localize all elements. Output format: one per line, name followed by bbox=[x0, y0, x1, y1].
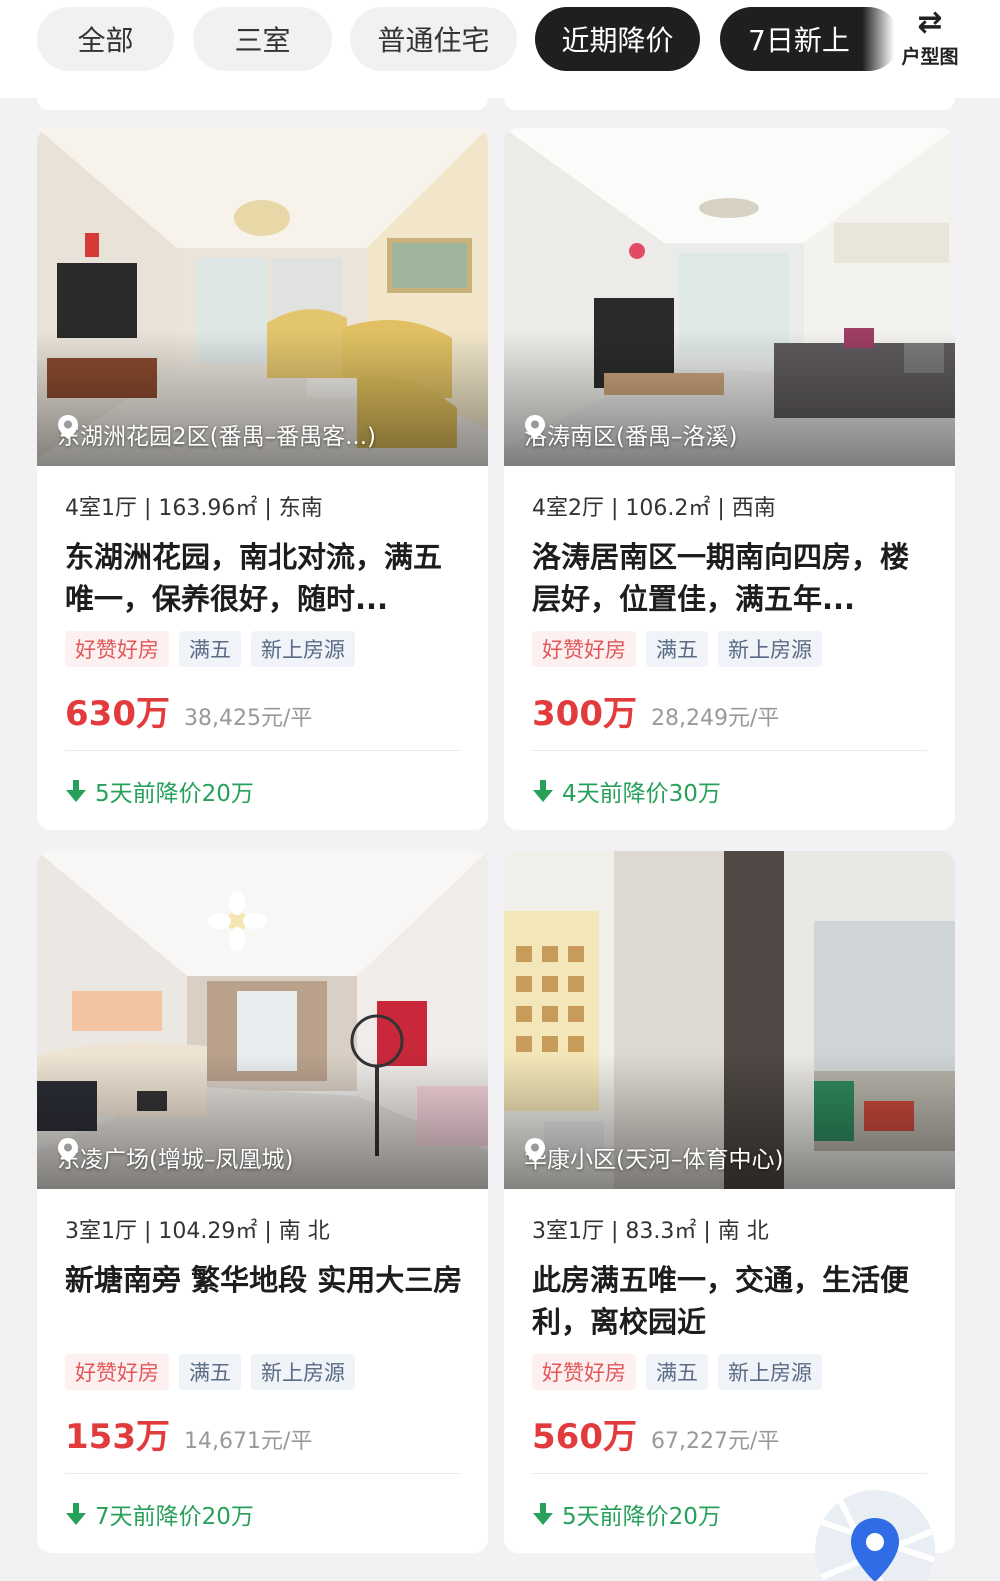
swap-arrows-icon: ⇄ bbox=[917, 5, 943, 40]
listing-card[interactable]: 华康小区(天河–体育中心) 3室1厅 | 83.3㎡ | 南 北 此房满五唯一，… bbox=[504, 851, 955, 1553]
filter-chip-all[interactable]: 全部 bbox=[37, 7, 174, 71]
location-text: 东湖洲花园2区(番禺–番禺客...) bbox=[57, 424, 377, 450]
price-drop-text: 7天前降价20万 bbox=[95, 1504, 254, 1530]
listing-title: 洛涛居南区一期南向四房，楼层好，位置佳，满五年... bbox=[532, 540, 910, 616]
unit-price: 38,425元/平 bbox=[183, 706, 313, 731]
listing-card[interactable]: 东湖洲花园2区(番禺–番禺客...) 4室1厅 | 163.96㎡ | 东南 东… bbox=[37, 128, 488, 830]
filter-chip-three-rooms[interactable]: 三室 bbox=[193, 7, 332, 71]
unit-price: 28,249元/平 bbox=[650, 706, 780, 731]
listing-photo: 洛涛南区(番禺–洛溪) bbox=[504, 128, 955, 466]
listing-specs: 3室1厅 | 104.29㎡ | 南 北 bbox=[65, 1219, 330, 1244]
layout-toggle-button[interactable]: ⇄ 户型图 bbox=[890, 6, 970, 76]
down-arrow-icon bbox=[66, 780, 86, 802]
down-arrow-icon bbox=[533, 780, 553, 802]
listing-photo: 东凌广场(增城–凤凰城) bbox=[37, 851, 488, 1189]
listing-card[interactable]: 洛涛南区(番禺–洛溪) 4室2厅 | 106.2㎡ | 西南 洛涛居南区一期南向… bbox=[504, 128, 955, 830]
down-arrow-icon bbox=[533, 1503, 553, 1525]
listing-specs: 4室1厅 | 163.96㎡ | 东南 bbox=[65, 496, 323, 521]
total-price: 630万 bbox=[65, 694, 170, 734]
tag-new-listing: 新上房源 bbox=[251, 1354, 355, 1390]
tag-five-years: 满五 bbox=[179, 631, 241, 667]
tag-new-listing: 新上房源 bbox=[718, 631, 822, 667]
divider bbox=[65, 1473, 460, 1474]
divider bbox=[65, 750, 460, 751]
price-drop-note: 7天前降价20万 bbox=[65, 1497, 254, 1531]
listing-title: 此房满五唯一，交通，生活便利，离校园近 bbox=[532, 1263, 910, 1339]
tag-quality: 好赞好房 bbox=[532, 631, 636, 667]
tag-five-years: 满五 bbox=[646, 631, 708, 667]
tag-quality: 好赞好房 bbox=[65, 1354, 169, 1390]
listing-location: 东湖洲花园2区(番禺–番禺客...) bbox=[57, 414, 478, 454]
listing-specs: 3室1厅 | 83.3㎡ | 南 北 bbox=[532, 1219, 769, 1244]
location-pin-icon bbox=[58, 1138, 78, 1162]
filter-chip-price-drop[interactable]: 近期降价 bbox=[535, 7, 700, 71]
listing-tags: 好赞好房 满五 新上房源 bbox=[65, 1354, 355, 1390]
price-drop-text: 4天前降价30万 bbox=[562, 781, 721, 807]
listing-photo: 华康小区(天河–体育中心) bbox=[504, 851, 955, 1189]
listing-location: 东凌广场(增城–凤凰城) bbox=[57, 1137, 478, 1177]
listing-title: 东湖洲花园，南北对流，满五唯一，保养很好，随时... bbox=[65, 540, 443, 616]
listing-location: 洛涛南区(番禺–洛溪) bbox=[524, 414, 945, 454]
price-drop-note: 5天前降价20万 bbox=[65, 774, 254, 808]
location-text: 洛涛南区(番禺–洛溪) bbox=[524, 424, 738, 450]
layout-toggle-label: 户型图 bbox=[901, 46, 959, 68]
price-row: 300万 28,249元/平 bbox=[532, 686, 779, 735]
listing-card[interactable]: 东凌广场(增城–凤凰城) 3室1厅 | 104.29㎡ | 南 北 新塘南旁 繁… bbox=[37, 851, 488, 1553]
unit-price: 67,227元/平 bbox=[650, 1429, 780, 1454]
listing-location: 华康小区(天河–体育中心) bbox=[524, 1137, 945, 1177]
listing-tags: 好赞好房 满五 新上房源 bbox=[65, 631, 355, 667]
listing-specs: 4室2厅 | 106.2㎡ | 西南 bbox=[532, 496, 776, 521]
down-arrow-icon bbox=[66, 1503, 86, 1525]
tag-new-listing: 新上房源 bbox=[251, 631, 355, 667]
listing-tags: 好赞好房 满五 新上房源 bbox=[532, 1354, 822, 1390]
price-drop-note: 5天前降价20万 bbox=[532, 1497, 721, 1531]
previous-card-bottom bbox=[37, 98, 488, 110]
total-price: 153万 bbox=[65, 1417, 170, 1457]
location-text: 华康小区(天河–体育中心) bbox=[524, 1147, 784, 1173]
listing-photo: 东湖洲花园2区(番禺–番禺客...) bbox=[37, 128, 488, 466]
price-drop-text: 5天前降价20万 bbox=[562, 1504, 721, 1530]
divider bbox=[532, 750, 927, 751]
total-price: 560万 bbox=[532, 1417, 637, 1457]
listing-tags: 好赞好房 满五 新上房源 bbox=[532, 631, 822, 667]
tag-five-years: 满五 bbox=[179, 1354, 241, 1390]
price-row: 153万 14,671元/平 bbox=[65, 1409, 312, 1458]
location-pin-icon bbox=[525, 1138, 545, 1162]
location-text: 东凌广场(增城–凤凰城) bbox=[57, 1147, 294, 1173]
price-row: 630万 38,425元/平 bbox=[65, 686, 312, 735]
filter-chip-residential[interactable]: 普通住宅 bbox=[350, 7, 517, 71]
unit-price: 14,671元/平 bbox=[183, 1429, 313, 1454]
tag-new-listing: 新上房源 bbox=[718, 1354, 822, 1390]
price-drop-text: 5天前降价20万 bbox=[95, 781, 254, 807]
previous-card-bottom bbox=[504, 98, 955, 110]
listing-title: 新塘南旁 繁华地段 实用大三房 bbox=[65, 1263, 463, 1297]
price-drop-note: 4天前降价30万 bbox=[532, 774, 721, 808]
location-pin-icon bbox=[525, 415, 545, 439]
price-row: 560万 67,227元/平 bbox=[532, 1409, 779, 1458]
tag-five-years: 满五 bbox=[646, 1354, 708, 1390]
tag-quality: 好赞好房 bbox=[65, 631, 169, 667]
location-pin-icon bbox=[58, 415, 78, 439]
divider bbox=[532, 1473, 927, 1474]
tag-quality: 好赞好房 bbox=[532, 1354, 636, 1390]
total-price: 300万 bbox=[532, 694, 637, 734]
filter-bar: 全部 三室 普通住宅 近期降价 7日新上 ⇄ 户型图 bbox=[0, 0, 1000, 98]
